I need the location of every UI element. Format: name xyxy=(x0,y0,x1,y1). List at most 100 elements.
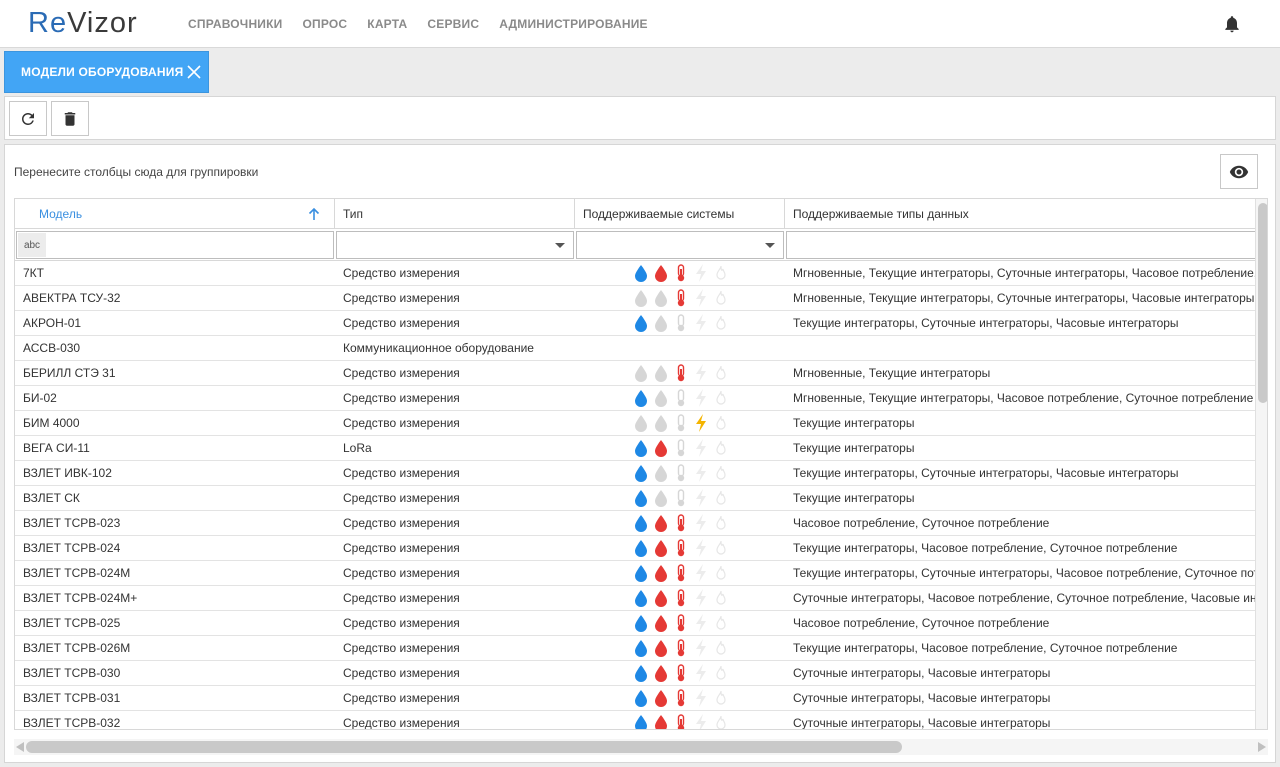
text-filter-icon[interactable]: abc xyxy=(18,233,46,257)
hot-water-icon xyxy=(651,663,671,683)
group-drop-area[interactable]: Перенесите столбцы сюда для группировки xyxy=(14,165,258,179)
model-cell: АКРОН-01 xyxy=(23,316,82,330)
thermometer-icon xyxy=(671,613,691,633)
type-cell: Средство измерения xyxy=(343,566,460,580)
type-cell: Средство измерения xyxy=(343,591,460,605)
vertical-scrollbar[interactable] xyxy=(1255,199,1267,729)
table-row[interactable]: БИМ 4000 Средство измерения Текущие интегр… xyxy=(15,411,1255,436)
systems-filter-select[interactable] xyxy=(576,231,784,259)
nav-item-directories[interactable]: СПРАВОЧНИКИ xyxy=(188,17,282,31)
thermometer-icon xyxy=(671,388,691,408)
model-cell: БИ-02 xyxy=(23,391,57,405)
cold-water-icon xyxy=(631,713,651,729)
table-row[interactable]: ВЗЛЕТ ТСРВ-025 Средство измерения Часовое … xyxy=(15,611,1255,636)
column-header-data-types[interactable]: Поддерживаемые типы данных xyxy=(785,199,1255,229)
type-cell: Средство измерения xyxy=(343,316,460,330)
lightning-icon xyxy=(691,488,711,508)
lightning-icon xyxy=(691,688,711,708)
type-cell: Средство измерения xyxy=(343,391,460,405)
data-types-cell: Мгновенные, Текущие интеграторы xyxy=(793,366,991,380)
table-row[interactable]: ВЗЛЕТ ТСРВ-030 Средство измерения Суточные… xyxy=(15,661,1255,686)
data-types-cell: Суточные интеграторы, Часовое потреблени… xyxy=(793,591,1255,605)
table-row[interactable]: ВЗЛЕТ ТСРВ-024М Средство измерения Текущие… xyxy=(15,561,1255,586)
hot-water-icon xyxy=(651,713,671,729)
cold-water-icon xyxy=(631,438,651,458)
column-visibility-button[interactable] xyxy=(1220,154,1258,189)
cold-water-icon xyxy=(631,488,651,508)
systems-cell xyxy=(575,361,785,386)
bell-icon[interactable] xyxy=(1222,14,1242,34)
hot-water-icon xyxy=(651,588,671,608)
flame-icon xyxy=(711,363,731,383)
model-cell: ВЕГА СИ-11 xyxy=(23,441,90,455)
nav-item-map[interactable]: КАРТА xyxy=(367,17,407,31)
systems-cell xyxy=(575,436,785,461)
cold-water-icon xyxy=(631,588,651,608)
cold-water-icon xyxy=(631,688,651,708)
flame-icon xyxy=(711,588,731,608)
horizontal-scroll-thumb[interactable] xyxy=(26,741,902,753)
refresh-icon xyxy=(22,112,34,125)
cold-water-icon xyxy=(631,513,651,533)
scroll-left-arrow[interactable] xyxy=(16,742,24,752)
table-row[interactable]: АВЕКТРА ТСУ-32 Средство измерения Мгновенн… xyxy=(15,286,1255,311)
table-row[interactable]: ВЗЛЕТ ТСРВ-026М Средство измерения Текущие… xyxy=(15,636,1255,661)
cold-water-icon xyxy=(631,563,651,583)
systems-cell xyxy=(575,386,785,411)
hot-water-icon xyxy=(651,363,671,383)
column-header-label: Модель xyxy=(39,207,83,221)
model-cell: ВЗЛЕТ ИВК-102 xyxy=(23,466,112,480)
model-cell: ВЗЛЕТ ТСРВ-024М+ xyxy=(23,591,138,605)
flame-icon xyxy=(711,463,731,483)
vertical-scroll-thumb[interactable] xyxy=(1258,203,1267,403)
table-row[interactable]: ВЗЛЕТ ТСРВ-031 Средство измерения Суточные… xyxy=(15,686,1255,711)
data-types-cell: Текущие интеграторы xyxy=(793,416,915,430)
table-row[interactable]: ВЗЛЕТ ТСРВ-024М+ Средство измерения Суточн… xyxy=(15,586,1255,611)
table-row[interactable]: ВЗЛЕТ ТСРВ-023 Средство измерения Часовое … xyxy=(15,511,1255,536)
table-row[interactable]: ВЗЛЕТ ТСРВ-032 Средство измерения Суточные… xyxy=(15,711,1255,730)
table-row[interactable]: ВЗЛЕТ ТСРВ-024 Средство измерения Текущие … xyxy=(15,536,1255,561)
data-types-cell: Текущие интеграторы, Часовое потребление… xyxy=(793,541,1178,555)
delete-button[interactable] xyxy=(51,101,89,136)
column-header-type[interactable]: Тип xyxy=(335,199,575,229)
table-row[interactable]: 7КТ Средство измерения Мгновенные, Текущие… xyxy=(15,261,1255,286)
data-types-filter-input[interactable] xyxy=(786,231,1266,259)
thermometer-icon xyxy=(671,638,691,658)
column-header-model[interactable]: Модель xyxy=(15,199,335,229)
column-header-systems[interactable]: Поддерживаемые системы xyxy=(575,199,785,229)
eye-icon xyxy=(1229,165,1249,178)
refresh-button[interactable] xyxy=(9,101,47,136)
close-icon[interactable] xyxy=(186,64,202,80)
data-types-cell: Мгновенные, Текущие интеграторы, Часовое… xyxy=(793,391,1254,405)
lightning-icon xyxy=(691,313,711,333)
nav-item-polling[interactable]: ОПРОС xyxy=(302,17,347,31)
horizontal-scrollbar[interactable] xyxy=(14,739,1268,755)
data-types-cell: Текущие интеграторы xyxy=(793,441,915,455)
table-row[interactable]: ВЕГА СИ-11 LoRa Текущие интеграторы xyxy=(15,436,1255,461)
thermometer-icon xyxy=(671,413,691,433)
table-row[interactable]: ВЗЛЕТ СК Средство измерения Текущие интегр… xyxy=(15,486,1255,511)
app-logo[interactable]: ReVizor xyxy=(28,6,138,40)
hot-water-icon xyxy=(651,513,671,533)
cold-water-icon xyxy=(631,363,651,383)
type-filter-select[interactable] xyxy=(336,231,574,259)
thermometer-icon xyxy=(671,488,691,508)
scroll-right-arrow[interactable] xyxy=(1258,742,1266,752)
lightning-icon xyxy=(691,438,711,458)
type-cell: Средство измерения xyxy=(343,716,460,730)
model-cell: ВЗЛЕТ ТСРВ-031 xyxy=(23,691,121,705)
nav-item-administration[interactable]: АДМИНИСТРИРОВАНИЕ xyxy=(499,17,648,31)
cold-water-icon xyxy=(631,288,651,308)
tab-equipment-models[interactable]: МОДЕЛИ ОБОРУДОВАНИЯ xyxy=(4,51,209,93)
model-filter-input[interactable]: abc xyxy=(16,231,334,259)
nav-item-service[interactable]: СЕРВИС xyxy=(427,17,479,31)
table-row[interactable]: АКРОН-01 Средство измерения Текущие интегр… xyxy=(15,311,1255,336)
table-row[interactable]: БЕРИЛЛ СТЭ 31 Средство измерения Мгновенны… xyxy=(15,361,1255,386)
lightning-icon xyxy=(691,388,711,408)
table-row[interactable]: АССВ-030 Коммуникационное оборудование xyxy=(15,336,1255,361)
table-row[interactable]: ВЗЛЕТ ИВК-102 Средство измерения Текущие и… xyxy=(15,461,1255,486)
table-row[interactable]: БИ-02 Средство измерения Мгновенные, Текущ… xyxy=(15,386,1255,411)
data-grid: Модель Тип Поддерживаемые системы Поддер… xyxy=(14,198,1268,730)
thermometer-icon xyxy=(671,263,691,283)
cold-water-icon xyxy=(631,313,651,333)
